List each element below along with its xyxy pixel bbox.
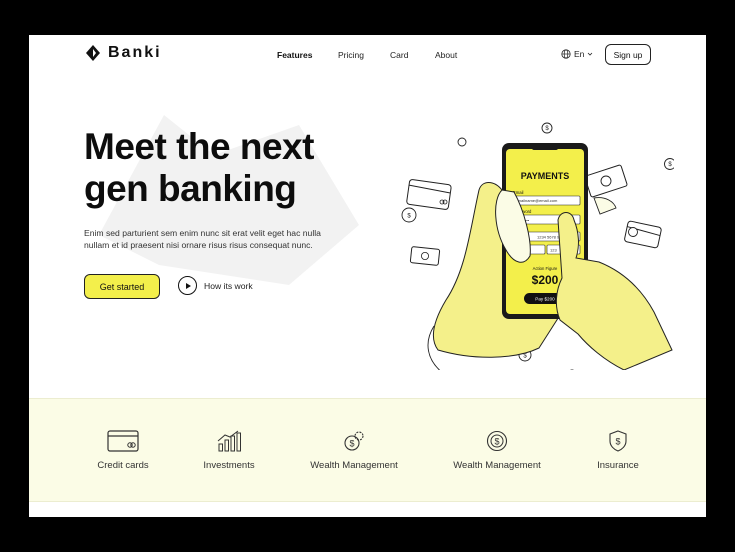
floating-card-icon [406,179,452,210]
svg-text:$: $ [494,437,499,447]
floating-bill-icon [584,164,628,198]
feature-label: Credit cards [97,460,149,471]
phone-payment-illustration: $$ $$ PAYMENTS Email Emailname@email.com… [401,122,674,370]
feature-wealth-management-2[interactable]: $ Wealth Management [447,399,547,471]
phone-amount-label: Action Figure [533,266,558,271]
phone-pay-button-label: Pay $200 [535,297,555,302]
feature-label: Wealth Management [453,460,541,471]
feature-investments[interactable]: Investments [197,399,261,471]
get-started-button[interactable]: Get started [84,274,160,299]
how-it-works-link[interactable]: How its work [178,276,253,295]
feature-label: Wealth Management [310,460,398,471]
hero-headline: Meet the next gen banking [84,126,384,210]
headline-line-1: Meet the next [84,126,314,167]
nav-pricing[interactable]: Pricing [338,50,364,60]
headline-line-2: gen banking [84,168,297,209]
globe-icon [561,49,571,59]
coins-gear-icon: $ [344,431,364,451]
bar-chart-icon [217,430,241,452]
chevron-down-icon [588,52,593,56]
signup-button[interactable]: Sign up [605,44,651,65]
brand-name: Banki [108,44,162,61]
play-icon [178,276,197,295]
credit-card-icon [107,430,139,452]
language-label: En [574,49,585,59]
phone-email-value: Emailname@email.com [515,198,558,203]
shield-dollar-icon: $ [609,430,627,452]
page-frame: Banki Features Pricing Card About En Sig… [29,35,706,517]
phone-cvv: 123 [550,248,557,253]
how-it-works-label: How its work [204,280,253,291]
logo-mark-icon [86,45,100,61]
phone-amount: $200 [532,273,559,287]
feature-label: Investments [203,460,255,471]
svg-text:$: $ [349,439,354,449]
feature-label: Insurance [597,460,639,471]
brand-logo[interactable]: Banki [84,44,162,62]
phone-payments-title: PAYMENTS [521,171,570,181]
features-strip: Credit cards Investments $ Wealth Manage… [29,398,706,502]
svg-text:$: $ [615,437,620,447]
nav-card[interactable]: Card [390,50,408,60]
hero-subtitle: Enim sed parturient sem enim nunc sit er… [84,228,321,250]
feature-insurance[interactable]: $ Insurance [591,399,645,471]
feature-credit-cards[interactable]: Credit cards [93,399,153,471]
language-selector[interactable]: En [561,49,593,59]
dollar-cycle-icon: $ [486,430,508,452]
top-nav: Banki Features Pricing Card About En Sig… [29,35,706,75]
nav-about[interactable]: About [435,50,457,60]
feature-wealth-management[interactable]: $ Wealth Management [304,399,404,471]
floating-bill-icon [409,246,441,266]
nav-features[interactable]: Features [277,50,312,60]
